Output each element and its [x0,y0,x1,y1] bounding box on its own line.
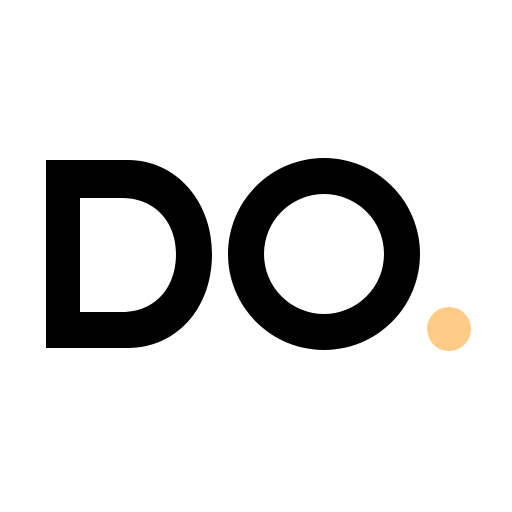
logo-canvas: DO. [0,0,512,512]
letter-o-shape [228,158,420,350]
letter-d-shape [46,160,212,348]
logo-dot [427,307,471,351]
do-logo-mark [46,158,471,351]
